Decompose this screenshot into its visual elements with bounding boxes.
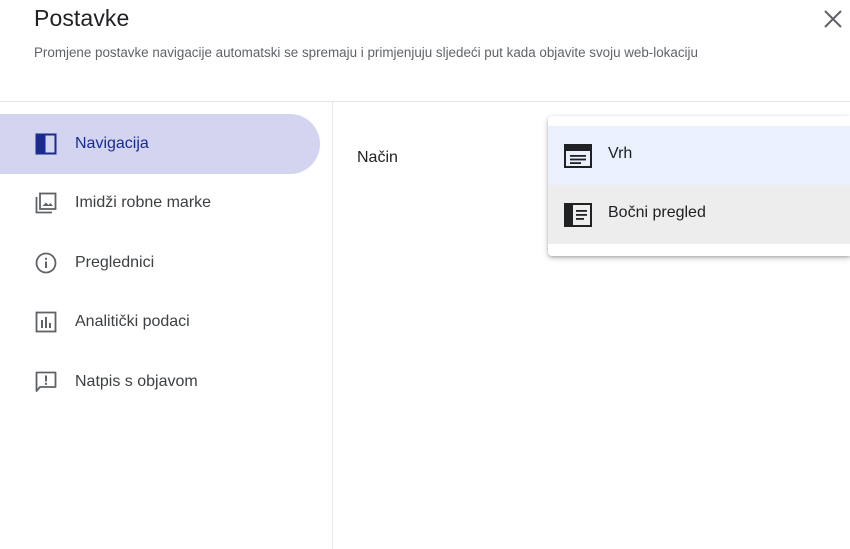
analytics-icon <box>35 311 57 333</box>
sidebar-item-label: Analitički podaci <box>75 313 190 330</box>
settings-sidebar: Navigacija Imidži robne marke Preglednic… <box>0 102 333 549</box>
navigation-panel-icon <box>35 133 57 155</box>
dialog-header: Postavke Promjene postavke navigacije au… <box>0 0 850 102</box>
top-navigation-icon <box>564 144 592 168</box>
announcement-icon <box>35 371 57 392</box>
mode-dropdown-menu[interactable]: Vrh Bočni pregled <box>548 116 850 256</box>
sidebar-item-label: Natpis s objavom <box>75 373 198 390</box>
option-label: Bočni pregled <box>608 204 706 221</box>
settings-dialog: Postavke Promjene postavke navigacije au… <box>0 0 850 549</box>
close-button[interactable] <box>822 8 844 30</box>
close-icon <box>824 10 842 28</box>
sidebar-item-label: Navigacija <box>75 135 149 152</box>
sidebar-item-analiticki-podaci[interactable]: Analitički podaci <box>0 292 320 352</box>
info-icon <box>35 252 57 274</box>
dialog-subtitle: Promjene postavke navigacije automatski … <box>34 45 698 60</box>
side-navigation-icon <box>564 203 592 227</box>
sidebar-item-navigacija[interactable]: Navigacija <box>0 114 320 174</box>
option-vrh[interactable]: Vrh <box>548 126 850 185</box>
sidebar-item-label: Imidži robne marke <box>75 194 212 211</box>
sidebar-item-imidzi-robne-marke[interactable]: Imidži robne marke <box>0 173 320 233</box>
option-bocni-pregled[interactable]: Bočni pregled <box>548 185 850 244</box>
sidebar-item-label: Preglednici <box>75 254 155 271</box>
sidebar-item-preglednici[interactable]: Preglednici <box>0 233 320 293</box>
image-library-icon <box>35 192 57 214</box>
mode-field-label: Način <box>357 149 398 166</box>
sidebar-item-natpis-s-objavom[interactable]: Natpis s objavom <box>0 352 320 412</box>
dialog-title: Postavke <box>34 5 130 31</box>
option-label: Vrh <box>608 145 633 162</box>
